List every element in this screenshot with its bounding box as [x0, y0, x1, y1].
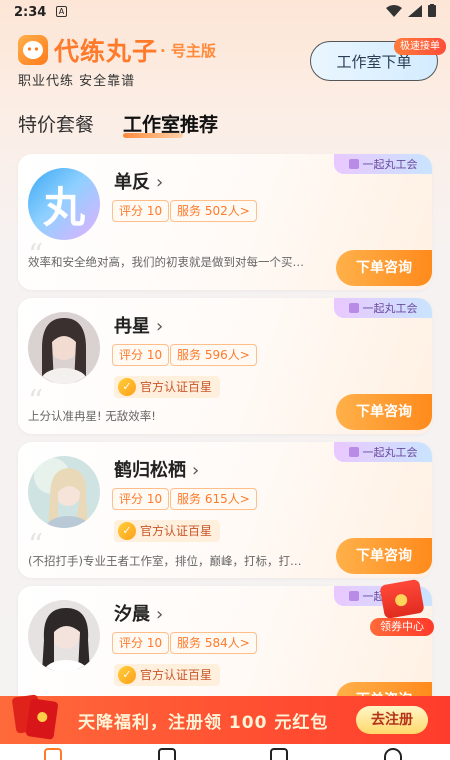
status-bar: 2:34 A [0, 0, 450, 26]
score-badge: 评分 10 [112, 488, 170, 510]
consult-order-button[interactable]: 下单咨询 [336, 250, 432, 286]
bottom-nav [0, 744, 450, 760]
guild-tag-label: 一起丸工会 [362, 446, 418, 459]
check-badge-icon: ✓ [118, 666, 136, 684]
register-button[interactable]: 去注册 [356, 706, 428, 734]
nav-messages-icon[interactable] [270, 748, 288, 760]
served-count-link[interactable]: 服务 502人> [170, 200, 257, 222]
coupon-center-button[interactable]: 领券中心 [366, 578, 438, 642]
avatar[interactable] [28, 456, 100, 528]
studio-name-text: 汐晨 [114, 604, 150, 625]
served-count-link[interactable]: 服务 584人> [170, 632, 257, 654]
status-time: 2:34 [14, 5, 47, 20]
chevron-right-icon: › [156, 172, 164, 193]
studio-name-text: 冉星 [114, 316, 150, 337]
app-edition: · 号主版 [160, 42, 216, 60]
tab-special-packages[interactable]: 特价套餐 [18, 110, 94, 137]
official-cert-badge: ✓ 官方认证百星 [114, 664, 221, 686]
studio-description: (不招打手)专业王者工作室，排位，巅峰，打标，打… [28, 554, 302, 568]
nav-profile-icon[interactable] [384, 748, 402, 760]
studio-name-text: 鹤归松栖 [114, 460, 186, 481]
studio-name[interactable]: 冉星 › [114, 312, 163, 338]
crown-icon [348, 303, 359, 313]
fast-order-badge: 极速接单 [394, 38, 446, 55]
nav-orders-icon[interactable] [158, 748, 176, 760]
studio-name[interactable]: 鹤归松栖 › [114, 456, 199, 482]
notification-icon: A [56, 6, 67, 17]
studio-name[interactable]: 单反 › [114, 168, 163, 194]
chevron-right-icon: › [192, 460, 200, 481]
avatar[interactable]: 丸 [28, 168, 100, 240]
guild-tag-label: 一起丸工会 [362, 302, 418, 315]
guild-tag: 一起丸工会 [334, 154, 432, 174]
avatar[interactable] [28, 312, 100, 384]
app-name: 代练丸子 [54, 37, 159, 66]
app-header: 代练丸子 · 号主版 职业代练 安全靠谱 工作室下单 极速接单 [0, 28, 450, 98]
tab-bar: 特价套餐 工作室推荐 [0, 106, 450, 140]
signal-icon [408, 4, 422, 17]
promo-banner[interactable]: 天降福利，注册领 100 元红包 去注册 [0, 694, 450, 744]
battery-icon [428, 4, 436, 17]
avatar-photo [28, 312, 100, 384]
cert-label: 官方认证百星 [140, 380, 213, 394]
red-envelope-icon [379, 578, 425, 620]
red-envelope-icon [11, 690, 59, 742]
crown-icon [348, 447, 359, 457]
avatar-photo [28, 456, 100, 528]
consult-order-button[interactable]: 下单咨询 [336, 394, 432, 430]
served-count-link[interactable]: 服务 615人> [170, 488, 257, 510]
avatar-photo [28, 600, 100, 672]
official-cert-badge: ✓ 官方认证百星 [114, 376, 221, 398]
avatar[interactable] [28, 600, 100, 672]
studio-card[interactable]: 一起丸工会 丸 单反 › 评分 10 服务 502人> “ 效率和安全绝对高，我们… [18, 154, 432, 290]
wifi-icon [386, 4, 402, 17]
score-badge: 评分 10 [112, 632, 170, 654]
nav-home-icon[interactable] [44, 748, 62, 760]
cert-label: 官方认证百星 [140, 668, 213, 682]
slogan: 职业代练 安全靠谱 [18, 74, 136, 89]
coupon-center-label: 领券中心 [370, 618, 434, 636]
studio-name[interactable]: 汐晨 › [114, 600, 163, 626]
guild-tag-label: 一起丸工会 [362, 158, 418, 171]
crown-icon [348, 159, 359, 169]
served-count-link[interactable]: 服务 596人> [170, 344, 257, 366]
studio-card[interactable]: 一起丸工会 鹤归松栖 › 评分 10 服务 615人> ✓ 官方认证百星 “ (不招… [18, 442, 432, 578]
active-tab-indicator [123, 133, 183, 138]
chevron-right-icon: › [156, 316, 164, 337]
guild-tag: 一起丸工会 [334, 298, 432, 318]
avatar-brand-char: 丸 [42, 182, 85, 232]
chevron-right-icon: › [156, 604, 164, 625]
score-badge: 评分 10 [112, 344, 170, 366]
score-badge: 评分 10 [112, 200, 170, 222]
studio-card[interactable]: 一起丸工会 冉星 › 评分 10 服务 596人> ✓ 官方认证百星 “ 上分认准冉… [18, 298, 432, 434]
guild-tag: 一起丸工会 [334, 442, 432, 462]
studio-description: 效率和安全绝对高，我们的初衷就是做到对每一个买… [28, 255, 304, 269]
studio-description: 上分认准冉星! 无敌效率! [28, 409, 156, 423]
cert-label: 官方认证百星 [140, 524, 213, 538]
official-cert-badge: ✓ 官方认证百星 [114, 520, 221, 542]
check-badge-icon: ✓ [118, 522, 136, 540]
check-badge-icon: ✓ [118, 378, 136, 396]
studio-name-text: 单反 [114, 172, 150, 193]
consult-order-button[interactable]: 下单咨询 [336, 538, 432, 574]
status-icons [386, 4, 436, 17]
promo-text: 天降福利，注册领 100 元红包 [78, 713, 329, 733]
app-logo-icon [18, 35, 48, 65]
crown-icon [348, 591, 359, 601]
